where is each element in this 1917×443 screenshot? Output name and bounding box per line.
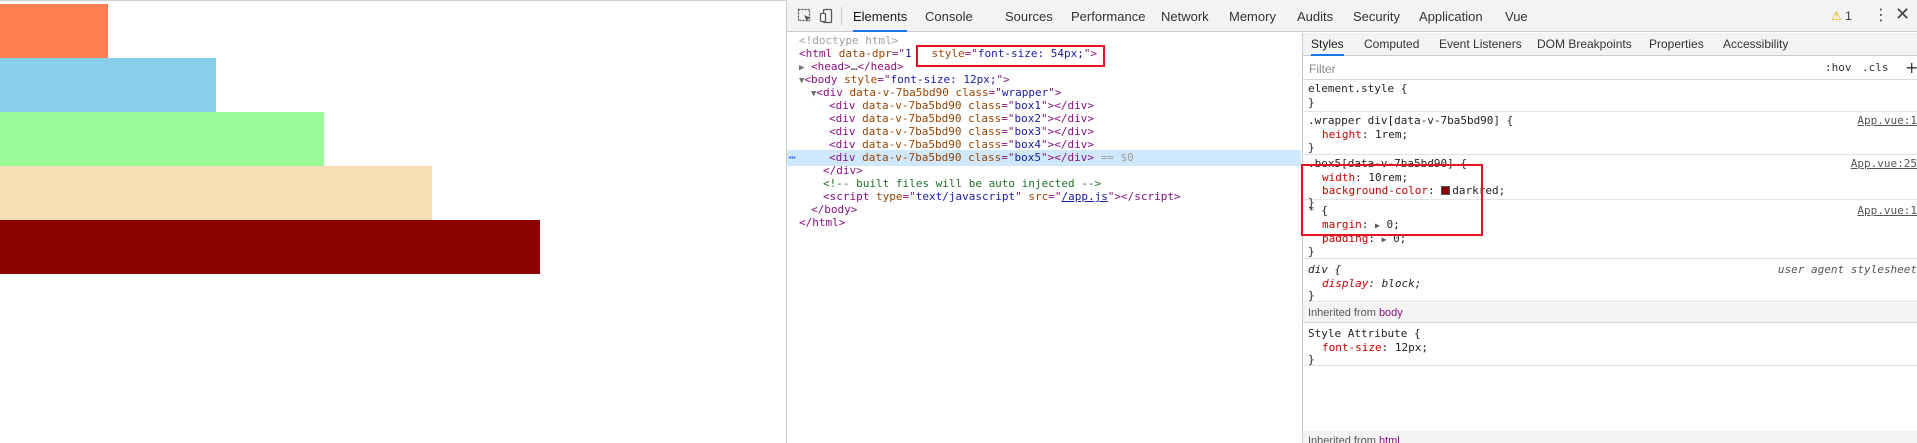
warning-icon: ⚠ [1831, 9, 1842, 23]
rule-source-link[interactable]: App.vue:1 [1857, 204, 1917, 218]
inherited-label: Inherited from [1308, 435, 1376, 443]
annotation-highlight-html-style [916, 45, 1105, 67]
rule-element-style[interactable]: element.style { } [1303, 81, 1917, 112]
rule-close: } [1308, 96, 1315, 109]
class-toggle-button[interactable]: .cls [1862, 61, 1889, 74]
tab-application[interactable]: Application [1419, 0, 1483, 32]
prop-value[interactable]: 1rem; [1375, 128, 1408, 141]
prop-value[interactable]: 12px; [1395, 341, 1428, 354]
inherited-from-body-header: Inherited from body [1303, 303, 1917, 323]
tab-memory[interactable]: Memory [1229, 0, 1276, 32]
tab-security[interactable]: Security [1353, 0, 1400, 32]
rule-source: user agent stylesheet [1777, 263, 1917, 276]
subtab-styles[interactable]: Styles [1311, 33, 1344, 56]
warnings-badge[interactable]: ⚠ 1 [1831, 9, 1852, 23]
prop-name[interactable]: height [1322, 128, 1362, 141]
subtab-accessibility[interactable]: Accessibility [1723, 33, 1788, 56]
styles-filter-input[interactable] [1309, 60, 1805, 77]
expand-arrow-icon[interactable]: ▶ [1382, 235, 1387, 244]
tab-elements[interactable]: Elements [853, 0, 908, 32]
device-toolbar-icon[interactable] [819, 8, 835, 24]
inspect-element-icon[interactable] [797, 8, 813, 24]
inherited-tag-link[interactable]: html [1379, 435, 1400, 443]
rule-style-attribute[interactable]: Style Attribute { font-size: 12px; } [1303, 324, 1917, 366]
box2 [0, 58, 216, 112]
box5 [0, 220, 540, 274]
inherited-label: Inherited from [1308, 307, 1376, 319]
dom-html-close[interactable]: </html> [799, 215, 1313, 231]
tab-audits[interactable]: Audits [1297, 0, 1333, 32]
rule-selector: element.style { [1308, 82, 1408, 95]
annotation-highlight-box5-rule [1301, 164, 1483, 236]
box1 [0, 4, 108, 58]
tab-console[interactable]: Console [925, 0, 973, 32]
rule-div-useragent[interactable]: div { user agent stylesheet display: blo… [1303, 260, 1917, 302]
subtab-properties[interactable]: Properties [1649, 33, 1704, 56]
styles-panel: Styles Computed Event Listeners DOM Brea… [1302, 33, 1917, 443]
new-style-rule-icon[interactable]: + [1905, 58, 1917, 77]
more-options-icon[interactable]: ⋮ [1873, 6, 1889, 24]
tab-network[interactable]: Network [1161, 0, 1209, 32]
inherited-from-html-header: Inherited from html [1303, 431, 1917, 443]
box3 [0, 112, 324, 166]
warning-count: 1 [1845, 9, 1852, 23]
rule-source-link[interactable]: App.vue:1 [1857, 114, 1917, 128]
hover-state-button[interactable]: :hov [1825, 61, 1852, 74]
prop-name[interactable]: display [1322, 277, 1368, 290]
subtab-dom-breakpoints[interactable]: DOM Breakpoints [1537, 33, 1632, 56]
elements-dom-tree: <!doctype html> <html data-dpr="1 style=… [787, 33, 1301, 443]
close-icon[interactable]: ✕ [1895, 5, 1910, 25]
tab-performance[interactable]: Performance [1071, 0, 1145, 32]
prop-value[interactable]: block; [1382, 277, 1422, 290]
tab-vue[interactable]: Vue [1505, 0, 1528, 32]
rule-selector: div { [1308, 263, 1342, 276]
rule-selector: .wrapper div[data-v-7ba5bd90] { [1308, 114, 1514, 127]
inherited-tag-link[interactable]: body [1379, 307, 1403, 319]
toolbar-separator [841, 7, 842, 25]
styles-subtabs: Styles Computed Event Listeners DOM Brea… [1303, 33, 1917, 56]
tab-sources[interactable]: Sources [1005, 0, 1053, 32]
box4 [0, 166, 432, 220]
page-viewport [0, 0, 786, 443]
more-actions-icon[interactable]: ⋯ [789, 150, 796, 166]
subtab-event-listeners[interactable]: Event Listeners [1439, 33, 1522, 56]
devtools-toolbar: Elements Console Sources Performance Net… [787, 0, 1917, 32]
rule-close: } [1308, 353, 1315, 366]
subtab-computed[interactable]: Computed [1364, 33, 1419, 56]
prop-name[interactable]: font-size [1322, 341, 1382, 354]
styles-filter-bar: :hov .cls + [1303, 57, 1917, 80]
rule-wrapper-div[interactable]: .wrapper div[data-v-7ba5bd90] { App.vue:… [1303, 113, 1917, 155]
rule-selector: Style Attribute { [1308, 327, 1421, 340]
rule-source-link[interactable]: App.vue:25 [1851, 157, 1917, 171]
rule-close: } [1308, 289, 1315, 302]
rule-close: } [1308, 245, 1315, 258]
rule-close: } [1308, 141, 1315, 154]
